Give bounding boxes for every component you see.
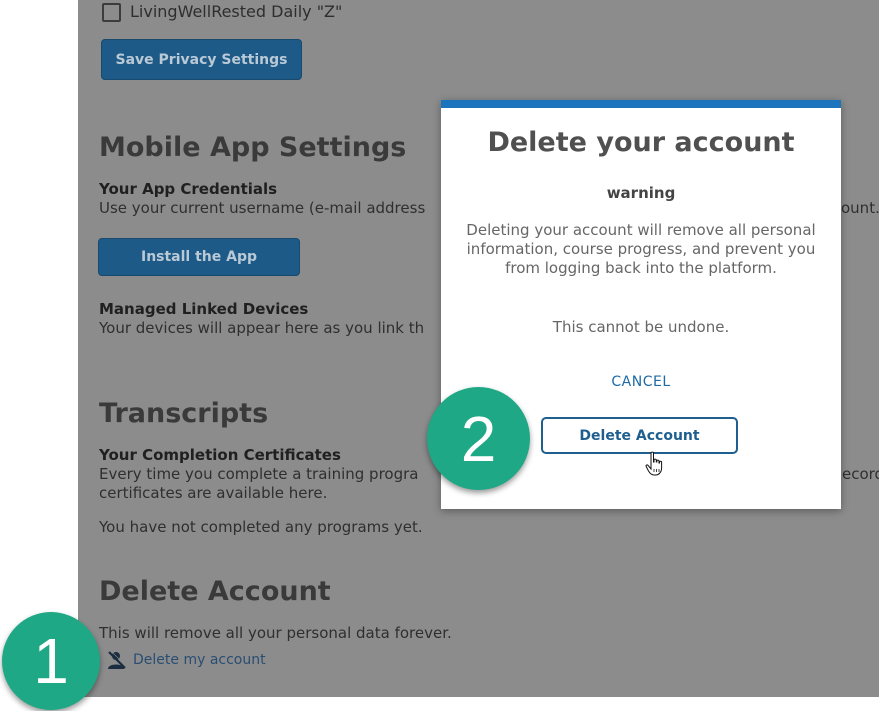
save-privacy-button[interactable]: Save Privacy Settings xyxy=(101,39,302,80)
certificates-text: Every time you complete a training progr… xyxy=(99,465,419,483)
mobile-settings-heading: Mobile App Settings xyxy=(99,132,407,163)
certificates-text-tail: ecord xyxy=(842,465,879,483)
delete-account-description: This will remove all your personal data … xyxy=(99,624,452,642)
certificates-text-2: certificates are available here. xyxy=(99,484,328,502)
credentials-text: Use your current username (e-mail addres… xyxy=(99,199,426,217)
dialog-body: Deleting your account will remove all pe… xyxy=(466,221,816,277)
step-1-badge: 1 xyxy=(2,612,100,710)
install-app-button[interactable]: Install the App xyxy=(98,238,300,276)
linked-devices-text: Your devices will appear here as you lin… xyxy=(99,319,425,337)
user-x-icon[interactable] xyxy=(106,650,128,670)
dialog-accent-bar xyxy=(441,100,841,108)
delete-my-account-link[interactable]: Delete my account xyxy=(133,652,266,668)
confirm-delete-button[interactable]: Delete Account xyxy=(541,417,738,454)
credentials-text-tail: ount. xyxy=(841,199,879,217)
credentials-title: Your App Credentials xyxy=(99,180,278,198)
checkbox-label: LivingWellRested Daily "Z" xyxy=(130,2,343,21)
hand-pointer-icon xyxy=(645,451,663,476)
step-2-badge: 2 xyxy=(427,387,530,490)
linked-devices-title: Managed Linked Devices xyxy=(99,300,309,318)
cancel-button[interactable]: CANCEL xyxy=(441,374,841,390)
delete-account-heading: Delete Account xyxy=(99,576,331,607)
newsletter-checkbox[interactable] xyxy=(102,3,121,22)
certificates-title: Your Completion Certificates xyxy=(99,446,341,464)
no-programs-text: You have not completed any programs yet. xyxy=(99,518,423,536)
dialog-warning: warning xyxy=(606,184,676,202)
transcripts-heading: Transcripts xyxy=(99,398,269,429)
dialog-title: Delete your account xyxy=(487,127,795,158)
dialog-undone-text: This cannot be undone. xyxy=(552,318,730,336)
